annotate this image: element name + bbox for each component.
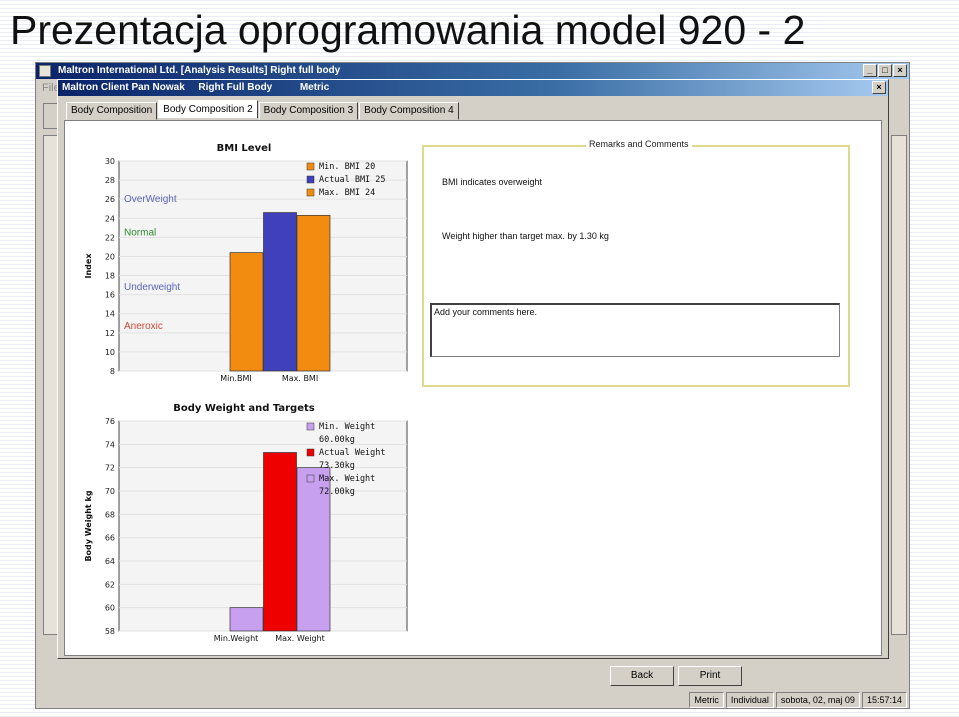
legend-swatch	[306, 448, 315, 457]
band-label: Underweight	[124, 282, 180, 293]
remarks-panel: Remarks and Comments BMI indicates overw…	[422, 139, 850, 387]
legend-value: 72.00kg	[319, 487, 355, 497]
weight-chart: Body Weight and Targets 58 60 62 64 66 68 70 72 7…	[79, 397, 409, 647]
y-tick-label: 30	[105, 157, 115, 166]
legend-swatch	[306, 188, 315, 197]
app-icon	[39, 65, 51, 77]
print-button[interactable]: Print	[678, 666, 742, 686]
remark-weight: Weight higher than target max. by 1.30 k…	[442, 231, 609, 241]
y-tick-label: 66	[105, 534, 115, 543]
y-tick-label: 16	[105, 291, 115, 300]
status-bar: Metric Individual sobota, 02, maj 09 15:…	[689, 692, 907, 708]
y-axis-label: Index	[84, 253, 93, 279]
tab-body-composition-3[interactable]: Body Composition 3	[258, 102, 359, 120]
y-tick-label: 8	[110, 367, 115, 376]
y-tick-label: 18	[105, 272, 115, 281]
legend-label: Actual Weight	[319, 448, 386, 458]
y-tick-label: 20	[105, 252, 115, 261]
y-tick-label: 26	[105, 195, 115, 204]
y-axis-label: Body Weight kg	[84, 490, 93, 561]
bar	[229, 607, 264, 632]
legend-label: Actual BMI 25	[319, 175, 386, 185]
legend-swatch	[306, 474, 315, 483]
inner-title-unit: Metric	[299, 82, 330, 93]
legend-swatch	[306, 422, 315, 431]
comments-input[interactable]: Add your comments here.	[430, 303, 840, 357]
y-tick-label: 14	[105, 310, 115, 319]
legend-value: 60.00kg	[319, 435, 355, 445]
y-tick-label: 28	[105, 176, 115, 185]
back-button[interactable]: Back	[610, 666, 674, 686]
x-tick-label: Min.BMI	[220, 374, 252, 383]
tab-row: Body Composition Body Composition 2 Body…	[66, 100, 460, 120]
band-label: Normal	[124, 228, 156, 239]
slide-title: Prezentacja oprogramowania model 920 - 2	[10, 7, 806, 53]
legend-swatch	[306, 175, 315, 184]
y-tick-label: 12	[105, 329, 115, 338]
bar	[296, 215, 331, 372]
inner-title-client: Maltron Client Pan Nowak	[62, 82, 185, 93]
legend-label: Max. Weight	[319, 474, 375, 484]
y-tick-label: 24	[105, 214, 115, 223]
remark-bmi: BMI indicates overweight	[442, 177, 543, 187]
y-tick-label: 74	[105, 440, 115, 449]
bar	[263, 212, 297, 372]
bar	[263, 452, 297, 632]
x-tick-label: Max. BMI	[282, 374, 318, 383]
y-tick-label: 62	[105, 580, 115, 589]
y-tick-label: 64	[105, 557, 115, 566]
inner-title-bar: Maltron Client Pan Nowak Right Full Body…	[58, 80, 888, 96]
status-mode: Individual	[725, 692, 774, 708]
y-tick-label: 76	[105, 417, 115, 426]
status-unit: Metric	[689, 692, 724, 708]
bmi-chart: BMI Level 8 10 12 14 16 18 20 22 24 26 28 30 Index Ove…	[79, 137, 409, 387]
tab-body-composition-4[interactable]: Body Composition 4	[359, 102, 459, 120]
tab-body-composition-2[interactable]: Body Composition 2	[158, 100, 258, 118]
close-icon[interactable]: ×	[893, 64, 907, 77]
legend-value: 73.30kg	[319, 461, 355, 471]
status-date: sobota, 02, maj 09	[775, 692, 860, 708]
legend-label: Min. BMI 20	[319, 162, 375, 172]
analysis-results-window: Maltron International Ltd. [Analysis Res…	[35, 62, 910, 709]
client-dialog: Maltron Client Pan Nowak Right Full Body…	[57, 79, 889, 659]
legend-label: Min. Weight	[319, 422, 375, 432]
outer-title: Maltron International Ltd. [Analysis Res…	[58, 65, 341, 76]
y-tick-label: 72	[105, 464, 115, 473]
y-tick-label: 10	[105, 348, 115, 357]
underlying-panel-right	[891, 135, 907, 635]
bmi-chart-svg: BMI Level 8 10 12 14 16 18 20 22 24 26 28 30 Index Ove…	[84, 143, 408, 383]
legend-label: Max. BMI 24	[319, 188, 375, 198]
y-tick-label: 70	[105, 487, 115, 496]
chart-title: BMI Level	[217, 143, 272, 154]
y-tick-label: 22	[105, 233, 115, 242]
close-icon[interactable]: ×	[872, 81, 886, 94]
maximize-icon[interactable]: □	[878, 64, 892, 77]
content-panel: BMI Level 8 10 12 14 16 18 20 22 24 26 28 30 Index Ove…	[64, 120, 882, 656]
tab-body-composition[interactable]: Body Composition	[66, 102, 158, 120]
band-label: OverWeight	[124, 194, 177, 205]
y-tick-label: 68	[105, 510, 115, 519]
legend-swatch	[306, 162, 315, 171]
remarks-caption: Remarks and Comments	[586, 139, 692, 149]
x-tick-label: Min.Weight	[214, 634, 259, 643]
x-tick-label: Max. Weight	[275, 634, 325, 643]
weight-chart-svg: Body Weight and Targets 58 60 62 64 66 68 70 72 7…	[84, 403, 408, 643]
y-tick-label: 60	[105, 604, 115, 613]
y-tick-label: 58	[105, 627, 115, 636]
band-label: Aneroxic	[124, 321, 163, 332]
minimize-icon[interactable]: _	[863, 64, 877, 77]
outer-title-bar: Maltron International Ltd. [Analysis Res…	[36, 63, 909, 79]
status-time: 15:57:14	[861, 692, 907, 708]
chart-title: Body Weight and Targets	[173, 403, 315, 414]
bar	[229, 252, 264, 372]
inner-title-body: Right Full Body	[198, 82, 273, 93]
